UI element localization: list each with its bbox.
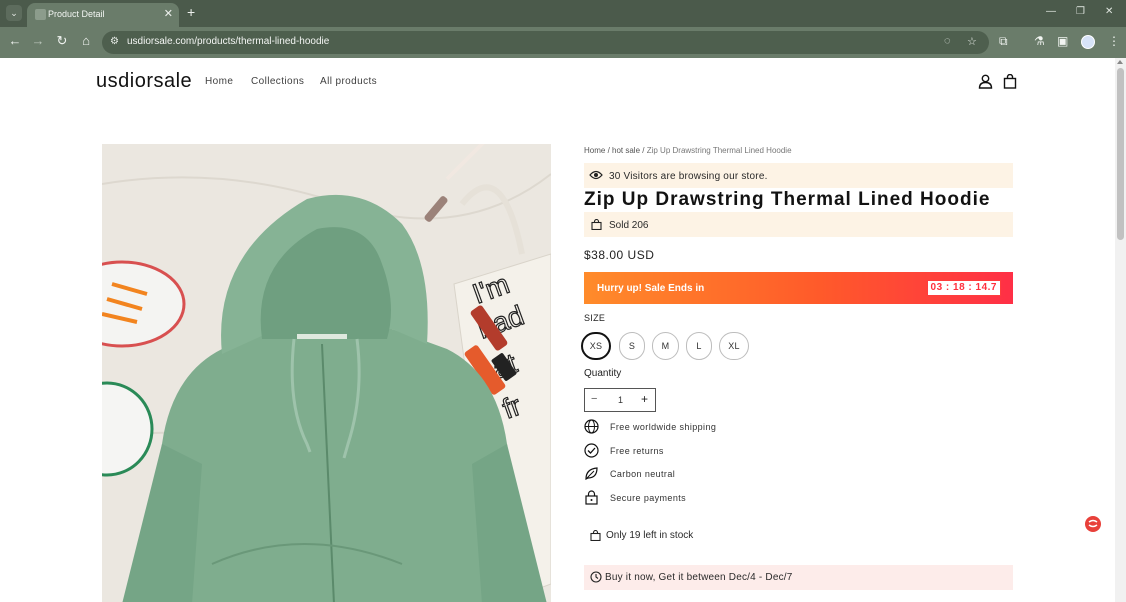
size-label: SIZE	[584, 313, 606, 323]
nav-home[interactable]: Home	[205, 76, 233, 87]
minimize-icon[interactable]: —	[1046, 6, 1056, 17]
forward-icon[interactable]: →	[30, 33, 46, 48]
browser-tab-bar: ⌄ Product Detail ✕ + — ❐ ✕	[0, 0, 1126, 27]
size-option-xl[interactable]: XL	[719, 332, 749, 360]
tab-close-icon[interactable]: ✕	[164, 7, 173, 20]
sale-text: Hurry up! Sale Ends in	[597, 283, 705, 294]
favicon-icon	[35, 9, 46, 20]
account-icon[interactable]	[978, 74, 993, 89]
hoodie-photo: I'm bad at fr	[102, 144, 551, 602]
site-info-icon[interactable]: ⚙	[110, 36, 119, 47]
lock-icon	[585, 490, 598, 505]
feature-text: Free returns	[610, 446, 664, 456]
stock-notice: Only 19 left in stock	[590, 528, 693, 546]
nav-collections[interactable]: Collections	[251, 76, 304, 87]
clock-icon	[590, 571, 602, 583]
sold-count: Sold 206	[584, 212, 1013, 237]
countdown-timer: 03 : 18 : 14.7	[926, 280, 1001, 296]
side-panel-icon[interactable]: ▣	[1057, 34, 1068, 48]
back-icon[interactable]: ←	[7, 33, 23, 48]
breadcrumb-home[interactable]: Home	[584, 146, 605, 155]
restore-icon[interactable]: ❐	[1076, 6, 1085, 17]
labs-icon[interactable]: ⚗	[1034, 34, 1045, 48]
size-option-l[interactable]: L	[686, 332, 712, 360]
quantity-label: Quantity	[584, 368, 622, 379]
shopping-bag-icon	[591, 219, 602, 230]
delivery-estimate: Buy it now, Get it between Dec/4 - Dec/7	[584, 565, 1013, 590]
shopping-bag-icon	[590, 529, 601, 542]
tab-title: Product Detail	[48, 9, 105, 19]
visitors-notice: 30 Visitors are browsing our store.	[584, 163, 1013, 188]
new-tab-icon[interactable]: +	[187, 4, 195, 20]
breadcrumb-hot-sale[interactable]: hot sale	[612, 146, 640, 155]
eye-off-icon[interactable]: ◌	[944, 35, 951, 47]
eye-icon	[589, 170, 603, 180]
web-page: usdiorsale Home Collections All products…	[0, 58, 1115, 602]
nav-all-products[interactable]: All products	[320, 76, 377, 87]
breadcrumb-current: Zip Up Drawstring Thermal Lined Hoodie	[646, 146, 792, 155]
breadcrumb: Home / hot sale / Zip Up Drawstring Ther…	[584, 146, 792, 155]
product-price: $38.00 USD	[584, 248, 655, 262]
home-icon[interactable]: ⌂	[78, 33, 94, 48]
reload-icon[interactable]: ↻	[54, 33, 70, 49]
size-option-s[interactable]: S	[619, 332, 645, 360]
globe-icon	[584, 419, 599, 434]
widget-glyph-icon	[1088, 519, 1098, 528]
scrollbar-thumb[interactable]	[1117, 68, 1124, 240]
cart-icon[interactable]	[1003, 74, 1017, 89]
menu-kebab-icon[interactable]: ⋮	[1108, 34, 1120, 48]
breadcrumb-separator: /	[640, 146, 647, 155]
stock-text: Only 19 left in stock	[606, 530, 694, 541]
browser-toolbar: ← → ↻ ⌂ ⚙ usdiorsale.com/products/therma…	[0, 27, 1126, 58]
sold-text: Sold 206	[609, 220, 649, 231]
site-logo[interactable]: usdiorsale	[96, 70, 192, 93]
url-text[interactable]: usdiorsale.com/products/thermal-lined-ho…	[127, 36, 329, 47]
feature-text: Carbon neutral	[610, 469, 676, 479]
quantity-input[interactable]: 1	[618, 395, 623, 405]
extensions-icon[interactable]: ⧉	[999, 34, 1008, 49]
scroll-up-arrow-icon[interactable]	[1117, 60, 1123, 64]
product-image[interactable]: I'm bad at fr	[102, 144, 551, 602]
chat-widget-icon[interactable]	[1085, 516, 1101, 532]
leaf-icon	[585, 467, 598, 480]
address-bar[interactable]: ⚙ usdiorsale.com/products/thermal-lined-…	[102, 31, 989, 54]
feature-text: Secure payments	[610, 493, 687, 503]
product-title: Zip Up Drawstring Thermal Lined Hoodie	[584, 189, 991, 210]
size-option-m[interactable]: M	[652, 332, 679, 360]
delivery-text: Buy it now, Get it between Dec/4 - Dec/7	[605, 572, 793, 583]
tab-search-icon[interactable]: ⌄	[6, 5, 22, 21]
bookmark-star-icon[interactable]: ☆	[967, 35, 977, 48]
quantity-decrease-button[interactable]: −	[591, 393, 597, 405]
quantity-increase-button[interactable]: +	[641, 392, 648, 406]
size-option-xs[interactable]: XS	[581, 332, 611, 360]
check-circle-icon	[584, 443, 599, 458]
browser-tab[interactable]: Product Detail ✕	[27, 3, 179, 27]
profile-avatar-icon[interactable]	[1081, 35, 1095, 49]
quantity-stepper: − 1 +	[584, 388, 656, 412]
breadcrumb-separator: /	[605, 146, 613, 155]
close-window-icon[interactable]: ✕	[1105, 6, 1113, 17]
feature-text: Free worldwide shipping	[610, 422, 717, 432]
sale-countdown-banner: Hurry up! Sale Ends in 03 : 18 : 14.7	[584, 272, 1013, 304]
visitors-text: 30 Visitors are browsing our store.	[609, 171, 768, 182]
